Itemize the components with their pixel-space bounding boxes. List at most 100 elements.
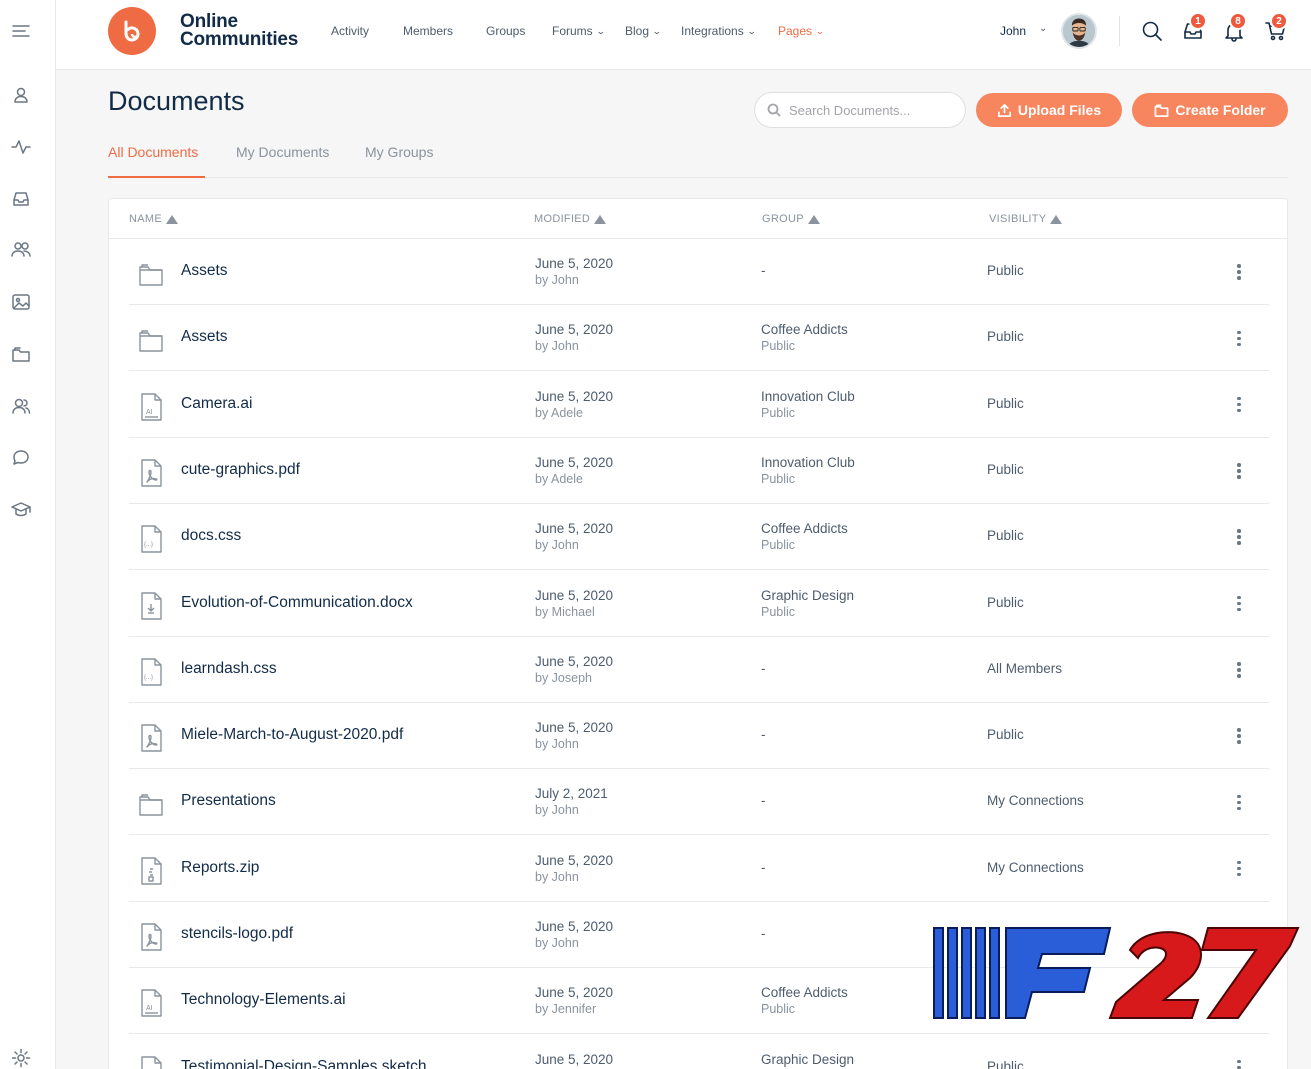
forums-icon[interactable] [10,447,32,469]
more-options-icon[interactable] [1231,792,1247,812]
more-options-icon[interactable] [1231,328,1247,348]
file-name[interactable]: Presentations [181,792,276,810]
file-name[interactable]: Technology-Elements.ai [181,991,346,1009]
more-options-icon[interactable] [1231,859,1247,879]
nav-integrations[interactable]: Integrations ⌄ [681,24,756,38]
group-name: - [761,859,766,875]
activity-icon[interactable] [10,136,32,158]
upload-files-button[interactable]: Upload Files [976,93,1122,127]
folder-plus-icon [1154,104,1169,117]
file-name[interactable]: Assets [181,262,228,280]
more-options-icon[interactable] [1231,527,1247,547]
tab-my-groups[interactable]: My Groups [365,144,433,160]
tab-all-documents[interactable]: All Documents [108,144,198,160]
column-header-visibility[interactable]: VISIBILITY [989,213,1063,225]
file-name[interactable]: learndash.css [181,660,277,678]
page-title: Documents [108,86,245,116]
more-options-icon[interactable] [1231,461,1247,481]
photos-icon[interactable] [10,291,32,313]
tabs-divider [108,177,1288,178]
courses-icon[interactable] [10,499,32,521]
group-name[interactable]: Coffee Addicts [761,521,848,536]
code-file-icon: {...} [137,657,165,687]
more-options-icon[interactable] [1231,395,1247,415]
menu-toggle-icon[interactable] [10,20,32,42]
table-row[interactable]: Reports.zip June 5, 2020 by John - My Connec… [129,836,1269,902]
group-name: - [761,660,766,676]
table-row[interactable]: Testimonial-Design-Samples.sketch June 5,… [129,1035,1269,1069]
nav-blog[interactable]: Blog ⌄ [625,24,662,38]
modified-date: June 5, 2020 [535,653,614,669]
active-tab-indicator [108,176,205,178]
chevron-down-icon[interactable]: ⌄ [1039,23,1047,34]
svg-text:AI: AI [146,409,153,416]
nav-groups[interactable]: Groups [486,24,525,38]
members-icon[interactable] [10,238,32,260]
modified-by: by John [535,339,579,354]
chevron-down-icon: ⌄ [651,25,662,36]
table-row[interactable]: {...} docs.css June 5, 2020 by John Coffee A… [129,504,1269,571]
chevron-down-icon: ⌄ [595,25,606,36]
group-name[interactable]: Coffee Addicts [761,985,848,1000]
folders-icon[interactable] [10,343,32,365]
create-folder-button[interactable]: Create Folder [1132,93,1288,127]
column-header-modified[interactable]: MODIFIED [534,213,607,225]
connections-icon[interactable] [10,395,32,417]
nav-pages[interactable]: Pages ⌄ [778,24,825,38]
profile-icon[interactable] [10,84,32,106]
group-name[interactable]: Graphic Design [761,588,854,603]
tab-my-documents[interactable]: My Documents [236,144,329,160]
search-icon[interactable] [1141,20,1163,42]
ai-file-icon: AI [137,988,165,1018]
file-name[interactable]: Camera.ai [181,395,253,413]
modified-date: June 5, 2020 [535,454,614,470]
visibility-value: Public [987,1058,1024,1069]
nav-label: Activity [331,24,370,38]
nav-members[interactable]: Members [403,24,453,38]
nav-activity[interactable]: Activity [331,24,369,38]
modified-date: June 5, 2020 [535,587,614,603]
visibility-value: Public [987,395,1024,411]
more-options-icon[interactable] [1231,262,1247,282]
file-name[interactable]: Reports.zip [181,859,259,877]
group-name[interactable]: Innovation Club [761,389,855,404]
table-row[interactable]: Presentations July 2, 2021 by John - My Conn… [129,769,1269,836]
inbox-icon[interactable] [10,188,32,210]
top-header: Online Communities Activity Members Grou… [56,0,1311,70]
file-name[interactable]: Assets [181,328,228,346]
column-header-group[interactable]: GROUP [762,213,820,225]
nav-forums[interactable]: Forums ⌄ [552,24,606,38]
group-name[interactable]: Graphic Design [761,1052,854,1067]
file-name[interactable]: cute-graphics.pdf [181,461,300,479]
search-documents[interactable] [754,92,966,128]
table-row[interactable]: Assets June 5, 2020 by John Coffee Addicts P… [129,305,1269,372]
notifications-badge: 8 [1229,12,1247,30]
table-row[interactable]: {...} learndash.css June 5, 2020 by Joseph -… [129,637,1269,703]
table-row[interactable]: AI Camera.ai June 5, 2020 by Adele Innovatio… [129,372,1269,438]
file-name[interactable]: stencils-logo.pdf [181,925,293,943]
settings-icon[interactable] [10,1047,32,1069]
avatar[interactable] [1061,13,1097,49]
table-row[interactable]: cute-graphics.pdf June 5, 2020 by Adele Inn… [129,438,1269,504]
column-header-name[interactable]: NAME [129,213,178,225]
group-name[interactable]: Innovation Club [761,455,855,470]
more-options-icon[interactable] [1231,660,1247,680]
search-input[interactable] [789,102,949,118]
more-options-icon[interactable] [1231,1058,1247,1069]
create-folder-label: Create Folder [1175,102,1266,118]
group-name[interactable]: Coffee Addicts [761,322,848,337]
user-name[interactable]: John [1000,24,1026,38]
file-name[interactable]: docs.css [181,527,241,545]
file-name[interactable]: Testimonial-Design-Samples.sketch [181,1058,427,1069]
more-options-icon[interactable] [1231,594,1247,614]
logo-icon[interactable] [108,7,156,55]
folder-file-icon [137,259,165,289]
more-options-icon[interactable] [1231,726,1247,746]
modified-date: June 5, 2020 [535,1051,614,1067]
file-name[interactable]: Miele-March-to-August-2020.pdf [181,726,403,744]
table-row[interactable]: Evolution-of-Communication.docx June 5, 2… [129,571,1269,637]
table-row[interactable]: Miele-March-to-August-2020.pdf June 5, 20… [129,703,1269,770]
file-name[interactable]: Evolution-of-Communication.docx [181,594,413,612]
table-row[interactable]: Assets June 5, 2020 by John - Public [129,239,1269,305]
logo-text[interactable]: Online Communities [180,12,298,49]
